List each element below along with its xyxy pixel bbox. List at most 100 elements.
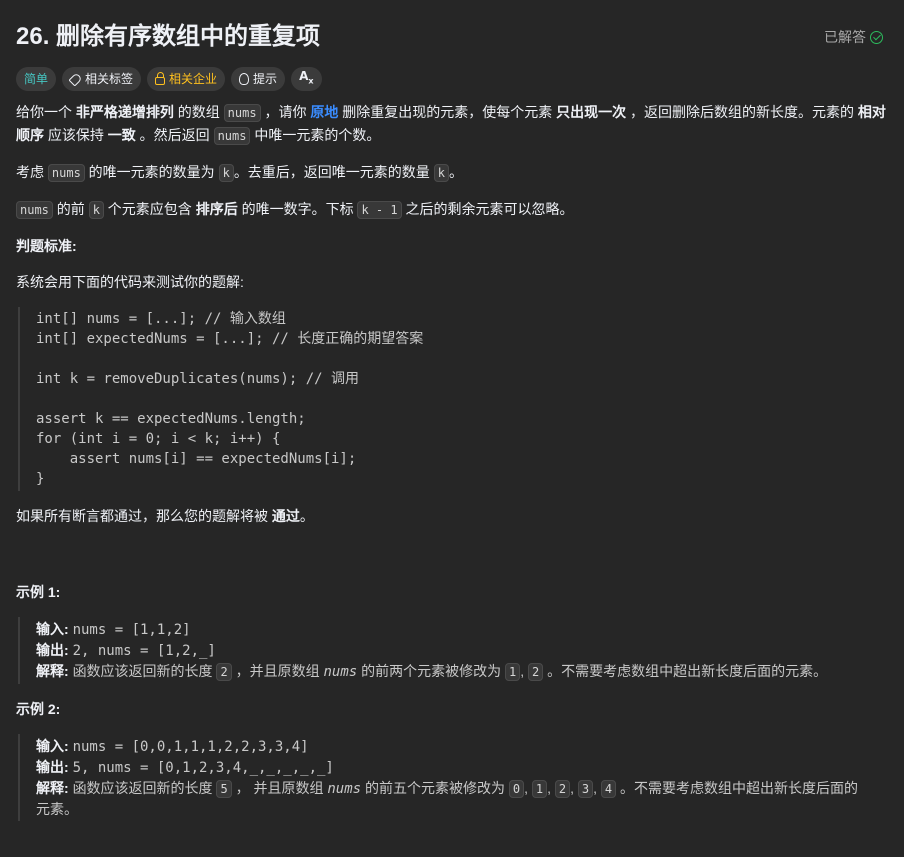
hint-label: 提示 bbox=[253, 72, 278, 86]
emphasis: 只出现一次 bbox=[556, 104, 627, 120]
inline-code: 2 bbox=[527, 663, 544, 681]
output-value: 2, nums = [1,2,_] bbox=[72, 643, 216, 659]
example-2-input: 输入: nums = [0,0,1,1,1,2,2,3,3,4] bbox=[36, 736, 872, 757]
text: 之后的剩余元素可以忽略。 bbox=[401, 201, 574, 217]
inline-code: 4 bbox=[600, 780, 617, 798]
inline-code: nums bbox=[213, 127, 251, 145]
input-value: nums = [1,1,2] bbox=[72, 622, 191, 638]
inline-code: 5 bbox=[216, 780, 232, 798]
font-size-button[interactable]: Ax bbox=[291, 67, 322, 91]
text: , bbox=[593, 780, 601, 796]
text: 的唯一元素的数量为 bbox=[84, 164, 219, 180]
text: ， 并且原数组 bbox=[231, 780, 328, 796]
text: 删除重复出现的元素，使每个元素 bbox=[338, 104, 557, 120]
italic-var: nums bbox=[323, 664, 358, 680]
related-tags-label: 相关标签 bbox=[85, 72, 134, 86]
problem-title[interactable]: 26. 删除有序数组中的重复项 bbox=[16, 21, 320, 53]
inline-code: 1 bbox=[504, 663, 521, 681]
text: 个元素应包含 bbox=[103, 201, 196, 217]
text: 应该保持 bbox=[44, 127, 108, 143]
text: 的唯一数字。下标 bbox=[237, 201, 358, 217]
difficulty-badge[interactable]: 简单 bbox=[16, 67, 57, 91]
code-line: } bbox=[36, 471, 45, 487]
emphasis: 一致 bbox=[107, 127, 136, 143]
judge-heading: 判题标准: bbox=[16, 238, 77, 254]
text: 如果所有断言都通过，那么您的题解将被 bbox=[16, 508, 272, 524]
text: ，并且原数组 bbox=[231, 663, 324, 679]
problem-description: 26. 删除有序数组中的重复项 已解答 简单 相关标签 相关企业 提示 Ax 给… bbox=[0, 19, 904, 821]
example-1-heading: 示例 1: bbox=[16, 584, 61, 600]
description-paragraph-1: 给你一个 非严格递增排列 的数组 nums ，请你 原地 删除重复出现的元素，使… bbox=[16, 101, 888, 147]
lock-icon bbox=[155, 72, 166, 85]
code-line: assert nums[i] == expectedNums[i]; bbox=[36, 451, 357, 467]
inline-code: k - 1 bbox=[357, 201, 402, 219]
related-companies-label: 相关企业 bbox=[169, 72, 218, 86]
text: 的数组 bbox=[173, 104, 224, 120]
text: 函数应该返回新的长度 bbox=[72, 663, 217, 679]
text: , bbox=[570, 780, 578, 796]
example-2-output: 输出: 5, nums = [0,1,2,3,4,_,_,_,_,_] bbox=[36, 757, 872, 778]
emphasis: 非严格递增排列 bbox=[75, 104, 174, 120]
explanation-label: 解释: bbox=[36, 663, 69, 679]
text: ，返回删除后数组的新长度。元素的 bbox=[626, 104, 858, 120]
font-size-icon: Ax bbox=[299, 69, 314, 86]
inline-code: k bbox=[88, 201, 104, 219]
judge-code-block: int[] nums = [...]; // 输入数组 int[] expect… bbox=[18, 307, 888, 491]
inline-code: nums bbox=[16, 201, 53, 219]
inline-code: nums bbox=[223, 104, 261, 122]
related-tags-button[interactable]: 相关标签 bbox=[62, 67, 142, 91]
judge-text: 系统会用下面的代码来测试你的题解: bbox=[16, 274, 244, 290]
input-label: 输入: bbox=[36, 621, 69, 637]
example-1-output: 输出: 2, nums = [1,2,_] bbox=[36, 640, 872, 661]
text: 。 bbox=[448, 164, 463, 180]
output-value: 5, nums = [0,1,2,3,4,_,_,_,_,_] bbox=[72, 760, 334, 776]
inline-code: 2 bbox=[554, 780, 571, 798]
code-line: int k = removeDuplicates(nums); // 调用 bbox=[36, 371, 360, 387]
italic-var: nums bbox=[327, 781, 362, 797]
text: 函数应该返回新的长度 bbox=[72, 780, 217, 796]
explanation-label: 解释: bbox=[36, 780, 69, 796]
text: , bbox=[524, 780, 532, 796]
output-label: 输出: bbox=[36, 642, 69, 658]
inline-code: nums bbox=[47, 164, 85, 182]
text: 。去重后，返回唯一元素的数量 bbox=[233, 164, 434, 180]
text: 的前 bbox=[52, 201, 89, 217]
inline-code: 2 bbox=[216, 663, 232, 681]
description-paragraph-3: nums 的前 k 个元素应包含 排序后 的唯一数字。下标 k - 1 之后的剩… bbox=[16, 198, 888, 221]
text: , bbox=[547, 780, 555, 796]
solved-status: 已解答 bbox=[824, 26, 883, 48]
output-label: 输出: bbox=[36, 759, 69, 775]
tag-icon bbox=[68, 71, 83, 87]
inline-code: 1 bbox=[531, 780, 548, 798]
emphasis: 通过 bbox=[271, 508, 300, 524]
in-place-link[interactable]: 原地 bbox=[310, 104, 338, 120]
title-row: 26. 删除有序数组中的重复项 已解答 bbox=[16, 19, 888, 55]
example-1-block: 输入: nums = [1,1,2] 输出: 2, nums = [1,2,_]… bbox=[18, 617, 888, 684]
inline-code: 0 bbox=[508, 780, 525, 798]
code-line: assert k == expectedNums.length; bbox=[36, 411, 306, 427]
text: 。 bbox=[299, 508, 314, 524]
description-paragraph-2: 考虑 nums 的唯一元素的数量为 k 。去重后，返回唯一元素的数量 k。 bbox=[16, 161, 888, 184]
related-companies-button[interactable]: 相关企业 bbox=[147, 67, 226, 91]
check-circle-icon bbox=[870, 30, 883, 44]
inline-code: k bbox=[218, 164, 234, 182]
example-1-input: 输入: nums = [1,1,2] bbox=[36, 619, 872, 640]
text: 。然后返回 bbox=[135, 127, 214, 143]
example-2-explanation: 解释: 函数应该返回新的长度 5 ， 并且原数组 nums 的前五个元素被修改为… bbox=[36, 778, 872, 819]
input-label: 输入: bbox=[36, 738, 69, 754]
text: 不需要考虑数组中超出新长度后面的元素。 bbox=[561, 663, 828, 679]
font-size-glyph: A bbox=[299, 69, 309, 84]
text: , bbox=[520, 663, 528, 679]
example-2-block: 输入: nums = [0,0,1,1,1,2,2,3,3,4] 输出: 5, … bbox=[18, 734, 888, 821]
example-2-heading: 示例 2: bbox=[16, 701, 61, 717]
inline-code: 3 bbox=[577, 780, 594, 798]
solved-label: 已解答 bbox=[824, 29, 866, 45]
emphasis: 排序后 bbox=[195, 201, 238, 217]
pass-text: 如果所有断言都通过，那么您的题解将被 通过。 bbox=[16, 505, 888, 527]
hint-button[interactable]: 提示 bbox=[231, 67, 286, 91]
lightbulb-icon bbox=[239, 73, 250, 85]
text: 给你一个 bbox=[16, 104, 76, 120]
code-line: int[] expectedNums = [...]; // 长度正确的期望答案 bbox=[36, 331, 424, 347]
text: 考虑 bbox=[16, 164, 48, 180]
